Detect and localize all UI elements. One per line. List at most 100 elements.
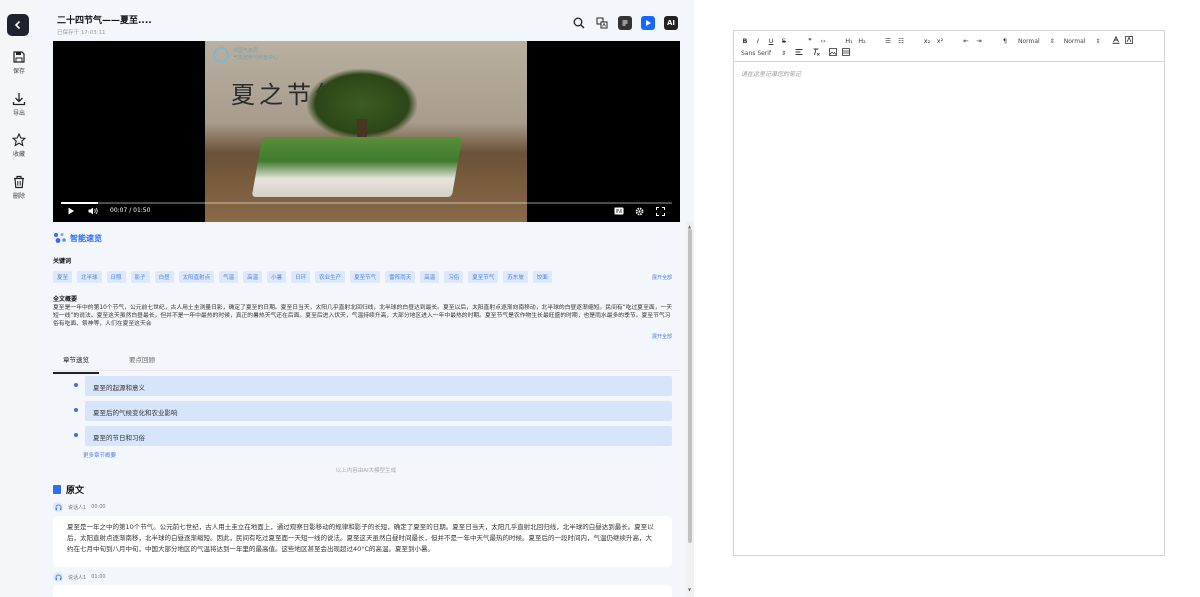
video-time: 00:07 / 01:50 <box>110 207 151 214</box>
h2-button[interactable]: H₂ <box>858 37 866 45</box>
highlight-icon <box>1124 36 1133 44</box>
editor-placeholder[interactable]: 请在这里记录您的笔记 <box>741 69 801 78</box>
video-progress-bar[interactable] <box>61 202 672 204</box>
superscript-button[interactable]: x² <box>936 37 944 45</box>
keyword-chip[interactable]: 白昼 <box>154 271 174 283</box>
keyword-chip[interactable]: 高温 <box>243 271 263 283</box>
book-image <box>251 137 463 197</box>
saved-time: 已保存于 17:03:11 <box>57 30 106 36</box>
chapter-item[interactable]: 夏至后的气候变化和农业影响 <box>68 401 672 421</box>
speaker-time[interactable]: 01:00 <box>91 574 105 580</box>
notes-button[interactable] <box>618 16 632 30</box>
fullscreen-button[interactable] <box>656 207 665 218</box>
heading-select[interactable]: Normal ⇕ <box>1064 38 1101 45</box>
chapter-title: 夏至的起源和意义 <box>85 376 672 396</box>
keyword-chip[interactable]: 日环 <box>291 271 311 283</box>
image-button[interactable] <box>829 48 838 58</box>
search-button[interactable] <box>572 16 586 30</box>
smart-overview-header: 智能速览 <box>53 232 102 244</box>
play-button[interactable] <box>641 16 655 30</box>
font-select[interactable]: Sans Serif ⇕ <box>741 50 786 57</box>
bullet-icon <box>74 408 78 412</box>
translate-button[interactable] <box>595 16 609 30</box>
chapter-item[interactable]: 夏至的起源和意义 <box>68 376 672 396</box>
keyword-chip[interactable]: 雷阵雨天 <box>385 271 416 283</box>
keyword-list: 夏至 北半球 日照 影子 白昼 太阳直射点 气温 高温 小暑 日环 农业生产 夏至节气 雷阵雨天 高温 习俗… <box>53 271 653 283</box>
updown-icon: ⇕ <box>1095 37 1101 45</box>
editor-toolbar: B I U S ❞ ‹› H₁ H₂ ☰ ☷ x₂ x² ⇤ ⇥ ¶ Norma… <box>734 31 1164 62</box>
speaker-name: 说话人1 <box>68 504 87 511</box>
scroll-up-icon[interactable]: ▲ <box>688 224 691 229</box>
tab-divider <box>53 370 680 371</box>
trash-icon <box>14 175 24 189</box>
video-frame: 中国气象局 气象宣传与科普中心 夏之节气 <box>205 41 527 222</box>
bold-button[interactable]: B <box>741 37 749 45</box>
keyword-chip[interactable]: 夏至节气 <box>350 271 381 283</box>
keyword-chip[interactable]: 北半球 <box>77 271 102 283</box>
code-button[interactable]: ‹› <box>819 37 827 45</box>
speaker-time[interactable]: 00:00 <box>91 504 105 510</box>
strike-button[interactable]: S <box>780 37 788 45</box>
outdent-button[interactable]: ⇤ <box>962 37 970 45</box>
align-button[interactable] <box>795 48 803 58</box>
subtitles-button[interactable] <box>614 207 624 217</box>
keyword-chip[interactable]: 日照 <box>106 271 126 283</box>
bullet-list-button[interactable]: ☷ <box>897 37 905 45</box>
video-logo-text: 中国气象局 气象宣传与科普中心 <box>233 48 278 62</box>
keyword-chip[interactable]: 影子 <box>130 271 150 283</box>
keyword-chip[interactable]: 习俗 <box>444 271 464 283</box>
play-icon <box>68 207 74 215</box>
video-insert-button[interactable] <box>842 48 851 58</box>
rail-favorite[interactable]: 收藏 <box>0 133 38 158</box>
background-color-button[interactable] <box>1124 36 1133 46</box>
rail-delete-label: 删除 <box>12 193 25 200</box>
keyword-chip[interactable]: 夏至 <box>53 271 73 283</box>
ai-button[interactable]: AI <box>664 16 678 30</box>
clear-format-button[interactable] <box>812 48 820 58</box>
bullet-icon <box>74 433 78 437</box>
keyword-chip[interactable]: 太阳直射点 <box>178 271 215 283</box>
weather-logo-icon <box>213 47 229 63</box>
updown-icon: ⇕ <box>1049 37 1055 45</box>
rail-save[interactable]: 保存 <box>0 50 38 75</box>
text-color-icon <box>1112 35 1119 44</box>
keyword-chip[interactable]: 农业生产 <box>315 271 346 283</box>
volume-button[interactable] <box>88 207 98 217</box>
settings-button[interactable] <box>635 207 644 218</box>
toolbar-row-2: Sans Serif ⇕ <box>741 48 851 58</box>
video-play-button[interactable] <box>67 207 75 217</box>
h1-button[interactable]: H₁ <box>845 37 853 45</box>
summary-expand-link[interactable]: 展开全部 <box>652 333 672 340</box>
scroll-down-icon[interactable]: ▼ <box>688 587 691 592</box>
keyword-chip[interactable]: 高温 <box>420 271 440 283</box>
subscript-button[interactable]: x₂ <box>923 37 931 45</box>
keyword-chip[interactable]: 饺面 <box>532 271 552 283</box>
keyword-chip[interactable]: 气温 <box>219 271 239 283</box>
keyword-chip[interactable]: 夏至节气 <box>468 271 499 283</box>
size-select[interactable]: Normal ⇕ <box>1018 38 1055 45</box>
chapter-item[interactable]: 夏至的节日和习俗 <box>68 426 672 446</box>
rail-export[interactable]: 导出 <box>0 92 38 117</box>
indent-button[interactable]: ⇥ <box>975 37 983 45</box>
blockquote-button[interactable]: ❞ <box>806 37 814 45</box>
more-chapters-link[interactable]: 更多章节概要 <box>83 451 116 459</box>
keyword-chip[interactable]: 苏东坡 <box>503 271 528 283</box>
keyword-chip[interactable]: 小暑 <box>267 271 287 283</box>
rtl-button[interactable]: ¶ <box>1001 37 1009 45</box>
video-player[interactable]: 中国气象局 气象宣传与科普中心 夏之节气 00:07 / 01:50 <box>53 41 680 222</box>
image-icon <box>829 48 838 56</box>
italic-button[interactable]: I <box>754 37 762 45</box>
back-button[interactable] <box>7 14 29 36</box>
chapter-list: 夏至的起源和意义 夏至后的气候变化和农业影响 夏至的节日和习俗 <box>68 376 672 451</box>
scrollbar-thumb[interactable] <box>688 229 692 543</box>
note-editor: B I U S ❞ ‹› H₁ H₂ ☰ ☷ x₂ x² ⇤ ⇥ ¶ Norma… <box>733 30 1165 556</box>
keywords-label: 关键词 <box>53 258 72 265</box>
chapter-title: 夏至后的气候变化和农业影响 <box>85 401 672 421</box>
clear-format-icon <box>813 48 820 56</box>
font-color-button[interactable] <box>1112 35 1120 46</box>
rail-delete[interactable]: 删除 <box>0 175 38 200</box>
keywords-expand-link[interactable]: 展开全部 <box>652 274 672 281</box>
underline-button[interactable]: U <box>767 37 775 45</box>
ordered-list-button[interactable]: ☰ <box>884 37 892 45</box>
download-icon <box>12 93 26 106</box>
